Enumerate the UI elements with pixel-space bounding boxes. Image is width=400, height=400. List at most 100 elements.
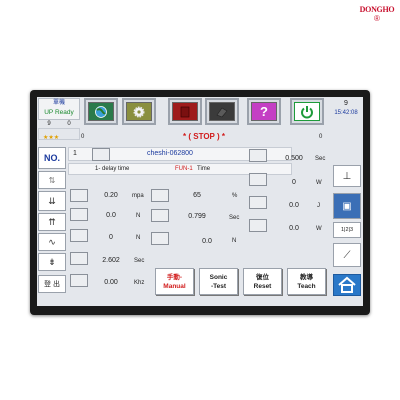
help-icon: ? (251, 102, 277, 121)
reset-en-label: Reset (253, 283, 272, 290)
brand-logo: DONGHO ® (358, 4, 396, 26)
teach-button[interactable]: 教導 Teach (287, 268, 326, 295)
manual-button[interactable]: 手動- Manual (155, 268, 194, 295)
reset-cn-label: 復位 (256, 274, 269, 281)
info-label-1: 1- delay time (95, 166, 130, 172)
right-counter: 9 (344, 100, 348, 107)
chart-button[interactable]: ⟋ (333, 243, 361, 267)
move-up-button[interactable]: ⇈ (38, 213, 66, 231)
prev-button[interactable]: ⇅ (38, 171, 66, 189)
right-counter-box: 9 15:42:08 (329, 99, 363, 118)
pressure-value[interactable]: 0.20 (97, 192, 125, 199)
peak-power-icon (249, 219, 267, 232)
wave-button[interactable]: ∿ (38, 233, 66, 251)
frequency-icon (70, 274, 88, 287)
teach-en-label: Teach (297, 283, 316, 290)
frequency-unit: Khz (134, 280, 145, 286)
info-label-3: Time (197, 166, 211, 172)
delay-value[interactable]: 0.500 (281, 155, 307, 162)
gear-icon (126, 102, 152, 121)
waveform-icon: ∿ (48, 236, 56, 247)
hold-time-value[interactable]: 0.799 (185, 213, 209, 220)
stars-frame (38, 128, 80, 140)
energy-unit: J (317, 203, 320, 209)
amplitude-value[interactable]: 65 (185, 192, 209, 199)
home-icon (338, 276, 356, 293)
program-name: cheshi-062800 (147, 150, 193, 157)
energy-icon (249, 196, 267, 209)
stack-button[interactable]: ⇟ (38, 253, 66, 271)
ready-label: UP Ready (44, 109, 74, 116)
hold-time-unit: Sec (229, 215, 240, 221)
power-level-icon (249, 173, 267, 186)
step-label: 1|2|3 (340, 227, 354, 233)
sonic-label-1: Sonic (209, 274, 228, 281)
reset-button[interactable]: 復位 Reset (243, 268, 282, 295)
hmi-screen: 單機 UP Ready 9 0 ★★★ ? 9 15:42:08 * (STO… (37, 97, 363, 306)
stop-force-icon (151, 232, 169, 245)
press-button[interactable]: ⊥ (333, 165, 361, 187)
manual-cn-label: 手動- (166, 274, 183, 281)
trigger-value[interactable]: 0 (97, 234, 125, 241)
settings-button[interactable] (122, 98, 156, 125)
peak-power-value[interactable]: 0.0 (281, 225, 307, 232)
sonic-test-button[interactable]: Sonic -Test (199, 268, 238, 295)
time-icon (70, 252, 88, 265)
power-button[interactable] (290, 98, 324, 125)
trigger-icon (70, 229, 88, 242)
force-icon (70, 208, 88, 221)
power-level-unit: W (316, 180, 322, 186)
no-label: NO. (43, 153, 60, 163)
time-value[interactable]: 2.602 (97, 257, 125, 264)
no-value: 1 (73, 150, 77, 157)
amplitude-unit: % (232, 193, 238, 199)
energy-value[interactable]: 0.0 (281, 202, 307, 209)
logout-button[interactable]: 登 出 (38, 275, 66, 293)
info-label-2: FUN-1 (175, 166, 193, 172)
stop-force-unit: N (232, 238, 237, 244)
files-button[interactable] (205, 98, 239, 125)
pressure-unit: mpa (132, 193, 144, 199)
globe-icon (88, 102, 114, 121)
mode-label: 單機 (52, 100, 65, 106)
sonic-label-2: -Test (210, 283, 227, 290)
hold-time-icon (151, 209, 169, 222)
amplitude-icon (151, 189, 169, 202)
power-icon (294, 102, 320, 121)
delay-icon (249, 149, 267, 162)
logout-label: 登 出 (44, 281, 60, 288)
power-level-value[interactable]: 0 (281, 179, 307, 186)
manual-en-label: Manual (163, 283, 186, 290)
up-down-arrow-icon: ⇅ (48, 175, 56, 185)
stop-force-value[interactable]: 0.0 (195, 238, 219, 245)
zero-right: 0 (319, 134, 323, 140)
folder-icon (209, 102, 235, 121)
move-down-button[interactable]: ⇊ (38, 191, 66, 211)
force-value[interactable]: 0.0 (97, 212, 125, 219)
chart-icon: ⟋ (343, 249, 351, 261)
program-thumb-icon (92, 148, 110, 161)
force-unit: N (136, 213, 141, 219)
status-box: 單機 UP Ready (38, 98, 80, 120)
pressure-icon (70, 189, 88, 202)
step-button[interactable]: 1|2|3 (333, 222, 361, 238)
up-arrow-icon: ⇈ (48, 216, 56, 227)
help-button[interactable]: ? (247, 98, 281, 125)
globe-button[interactable] (84, 98, 118, 125)
zero-left: 0 (81, 134, 85, 140)
logo-mark: ® (374, 14, 380, 23)
stack-icon: ⇟ (48, 256, 56, 267)
welder-button[interactable]: ▣ (333, 193, 361, 219)
frequency-value[interactable]: 0.00 (97, 279, 125, 286)
home-button[interactable] (333, 274, 361, 296)
peak-power-unit: W (316, 226, 322, 232)
time-unit: Sec (134, 258, 145, 264)
manual-book-button[interactable] (168, 98, 202, 125)
no-button[interactable]: NO. (38, 147, 66, 169)
welder-icon: ▣ (342, 200, 352, 212)
trigger-unit: N (136, 235, 141, 241)
run-state: * ( STOP ) * (183, 132, 225, 141)
down-arrow-icon: ⇊ (48, 195, 56, 206)
delay-unit: Sec (315, 156, 326, 162)
clock-time: 15:42:08 (334, 110, 358, 116)
